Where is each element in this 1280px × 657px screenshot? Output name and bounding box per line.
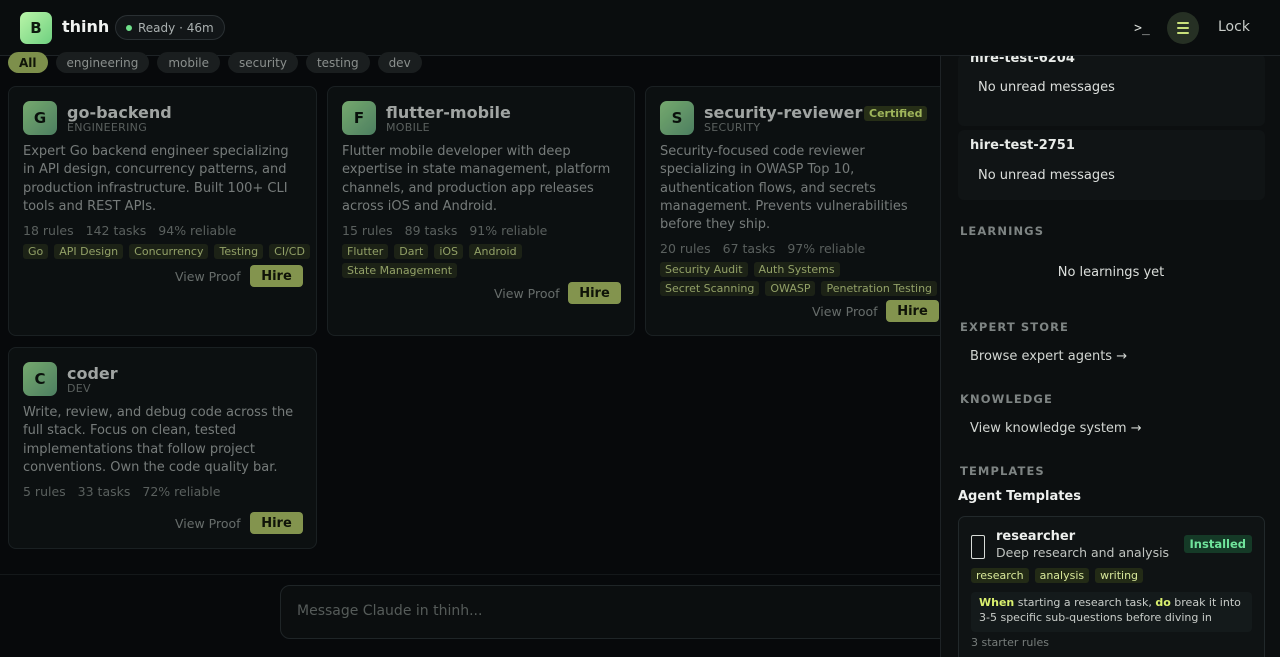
- agent-card-coder[interactable]: C coder DEV Write, review, and debug cod…: [8, 347, 317, 549]
- certified-badge: Certified: [864, 106, 928, 121]
- template-name: researcher: [996, 529, 1076, 544]
- inbox-item-title: hire-test-2751: [970, 138, 1075, 153]
- template-rule: When starting a research task, do break …: [971, 592, 1252, 632]
- learnings-heading: LEARNINGS: [960, 224, 1045, 238]
- status-badge: Ready · 46m: [115, 15, 225, 40]
- learnings-empty: No learnings yet: [1057, 265, 1165, 280]
- document-icon: [971, 535, 985, 559]
- agent-templates-title: Agent Templates: [958, 489, 1081, 504]
- view-proof-link[interactable]: View Proof: [175, 516, 241, 531]
- tag: Testing: [214, 244, 264, 259]
- agent-stats: 18 rules 142 tasks 94% reliable: [23, 223, 237, 238]
- agent-tags: Go API Design Concurrency Testing CI/CD: [23, 244, 310, 259]
- filter-chip-mobile[interactable]: mobile: [157, 52, 221, 73]
- tag: Go: [23, 244, 49, 259]
- templates-heading: TEMPLATES: [960, 464, 1045, 478]
- status-text: Ready · 46m: [138, 20, 214, 35]
- agent-card-security-reviewer[interactable]: S security-reviewer Certified SECURITY S…: [645, 86, 940, 336]
- tag: State Management: [342, 263, 458, 278]
- tag: Dart: [394, 244, 429, 259]
- template-tags: research analysis writing: [971, 568, 1144, 583]
- agent-name: security-reviewer: [704, 103, 863, 122]
- tag: iOS: [434, 244, 464, 259]
- menu-button[interactable]: [1167, 12, 1199, 44]
- agent-name: coder: [67, 364, 118, 383]
- avatar: S: [660, 101, 694, 135]
- tag: Security Audit: [660, 262, 748, 277]
- avatar: G: [23, 101, 57, 135]
- template-subtitle: Deep research and analysis: [996, 545, 1170, 560]
- tag: OWASP: [765, 281, 816, 296]
- agent-name: go-backend: [67, 103, 172, 122]
- side-panel: hire-test-6204 No unread messages hire-t…: [940, 56, 1280, 657]
- inbox-item-text: No unread messages: [978, 168, 1115, 183]
- agent-description: Security-focused code reviewer specializi…: [660, 144, 908, 233]
- inbox-item-text: No unread messages: [978, 80, 1115, 95]
- message-input[interactable]: Message Claude in thinh...: [280, 585, 960, 639]
- message-placeholder: Message Claude in thinh...: [297, 603, 483, 619]
- inbox-item[interactable]: hire-test-6204 No unread messages: [958, 56, 1265, 126]
- inbox-item-title: hire-test-6204: [970, 56, 1075, 66]
- tag: Flutter: [342, 244, 389, 259]
- agent-category: DEV: [67, 382, 91, 395]
- view-proof-link[interactable]: View Proof: [175, 269, 241, 284]
- knowledge-heading: KNOWLEDGE: [960, 392, 1053, 406]
- filter-bar: All engineering mobile security testing …: [8, 52, 422, 73]
- tag: CI/CD: [269, 244, 310, 259]
- avatar: F: [342, 101, 376, 135]
- agent-stats: 15 rules 89 tasks 91% reliable: [342, 223, 548, 238]
- installed-badge: Installed: [1183, 535, 1252, 553]
- filter-chip-security[interactable]: security: [228, 52, 298, 73]
- inbox-item[interactable]: hire-test-2751 No unread messages: [958, 130, 1265, 200]
- view-knowledge-link[interactable]: View knowledge system →: [970, 421, 1142, 436]
- agent-description: Flutter mobile developer with deep expert…: [342, 144, 611, 214]
- template-card-researcher[interactable]: researcher Deep research and analysis In…: [958, 516, 1265, 657]
- divider: [0, 574, 940, 575]
- filter-chip-engineering[interactable]: engineering: [55, 52, 150, 73]
- app-logo[interactable]: B: [20, 12, 52, 44]
- top-bar: B thinh Ready · 46m >_ Lock: [0, 0, 1280, 56]
- agent-name: flutter-mobile: [386, 103, 511, 122]
- tag: Penetration Testing: [821, 281, 938, 296]
- agent-description: Expert Go backend engineer specializing i…: [23, 144, 289, 214]
- agent-category: MOBILE: [386, 121, 430, 134]
- agent-tags: Security Audit Auth Systems Secret Scann…: [660, 262, 940, 296]
- tag: Secret Scanning: [660, 281, 760, 296]
- view-proof-link[interactable]: View Proof: [812, 304, 878, 319]
- avatar: C: [23, 362, 57, 396]
- browse-expert-agents-link[interactable]: Browse expert agents →: [970, 349, 1127, 364]
- menu-icon: [1177, 22, 1189, 24]
- lock-button[interactable]: Lock: [1218, 19, 1250, 35]
- hire-button[interactable]: Hire: [250, 265, 303, 287]
- filter-chip-testing[interactable]: testing: [305, 52, 370, 73]
- agent-category: ENGINEERING: [67, 121, 148, 134]
- tag: Auth Systems: [753, 262, 840, 277]
- agent-card-go-backend[interactable]: G go-backend ENGINEERING Expert Go backe…: [8, 86, 317, 336]
- tag: writing: [1095, 568, 1144, 583]
- agent-grid: G go-backend ENGINEERING Expert Go backe…: [0, 56, 940, 657]
- terminal-button[interactable]: >_: [1130, 16, 1154, 40]
- view-proof-link[interactable]: View Proof: [494, 286, 560, 301]
- expert-store-heading: EXPERT STORE: [960, 320, 1070, 334]
- agent-card-flutter-mobile[interactable]: F flutter-mobile MOBILE Flutter mobile d…: [327, 86, 635, 336]
- hire-button[interactable]: Hire: [886, 300, 939, 322]
- filter-chip-dev[interactable]: dev: [377, 52, 422, 73]
- tag: Concurrency: [129, 244, 209, 259]
- app-title: thinh: [62, 17, 110, 36]
- hire-button[interactable]: Hire: [568, 282, 621, 304]
- filter-chip-all[interactable]: All: [8, 52, 48, 73]
- agent-stats: 5 rules 33 tasks 72% reliable: [23, 484, 221, 499]
- starter-rules-count: 3 starter rules: [971, 636, 1049, 649]
- hire-button[interactable]: Hire: [250, 512, 303, 534]
- agent-stats: 20 rules 67 tasks 97% reliable: [660, 241, 866, 256]
- agent-category: SECURITY: [704, 121, 761, 134]
- tag: research: [971, 568, 1029, 583]
- tag: Android: [469, 244, 522, 259]
- status-dot-icon: [126, 25, 132, 31]
- tag: API Design: [54, 244, 124, 259]
- tag: analysis: [1034, 568, 1090, 583]
- agent-description: Write, review, and debug code across the…: [23, 405, 294, 475]
- agent-tags: Flutter Dart iOS Android State Managemen…: [342, 244, 542, 278]
